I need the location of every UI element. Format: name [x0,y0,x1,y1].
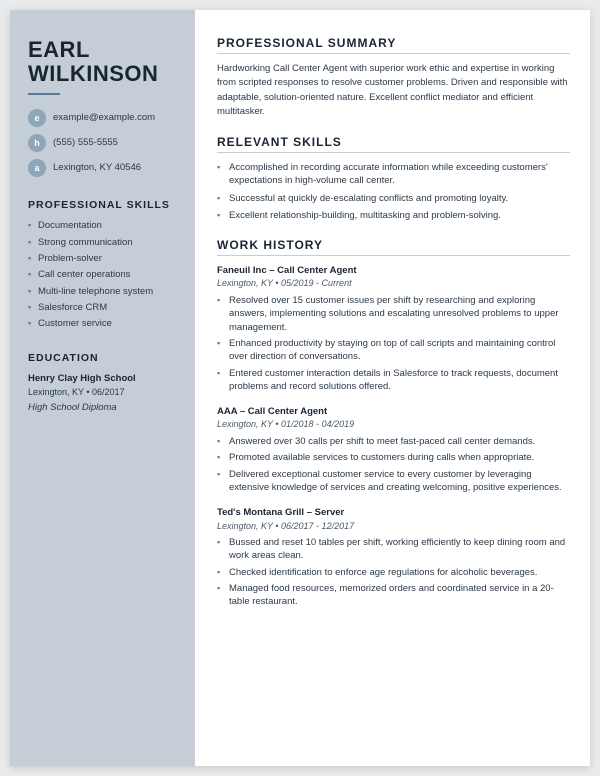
list-item: Documentation [28,219,177,232]
list-item: Accomplished in recording accurate infor… [217,161,570,188]
relevant-skills-title: RELEVANT SKILLS [217,135,570,153]
list-item: Answered over 30 calls per shift to meet… [217,435,570,448]
list-item: Multi-line telephone system [28,285,177,298]
email-icon: e [28,109,46,127]
list-item: Problem-solver [28,252,177,265]
summary-text: Hardworking Call Center Agent with super… [217,62,570,119]
job-meta-3: Lexington, KY • 06/2017 - 12/2017 [217,520,570,533]
address-value: Lexington, KY 40546 [53,162,141,174]
job-list-1: Resolved over 15 customer issues per shi… [217,294,570,393]
address-icon: a [28,159,46,177]
job-meta-1: Lexington, KY • 05/2019 - Current [217,277,570,290]
list-item: Call center operations [28,268,177,281]
job-title-1: Faneuil Inc – Call Center Agent [217,264,570,277]
first-name: EARL [28,38,177,62]
resume-container: EARL WILKINSON e example@example.com h (… [10,10,590,766]
list-item: Delivered exceptional customer service t… [217,468,570,495]
professional-skills-section: PROFESSIONAL SKILLS Documentation Strong… [28,199,177,330]
job-meta-2: Lexington, KY • 01/2018 - 04/2019 [217,418,570,431]
list-item: Excellent relationship-building, multita… [217,209,570,222]
list-item: Entered customer interaction details in … [217,367,570,394]
education-title: EDUCATION [28,352,177,364]
job-list-2: Answered over 30 calls per shift to meet… [217,435,570,494]
degree: High School Diploma [28,401,177,414]
list-item: Promoted available services to customers… [217,451,570,464]
job-block-2: AAA – Call Center Agent Lexington, KY • … [217,405,570,494]
contact-address: a Lexington, KY 40546 [28,159,177,177]
list-item: Bussed and reset 10 tables per shift, wo… [217,536,570,563]
contact-phone: h (555) 555-5555 [28,134,177,152]
job-block-1: Faneuil Inc – Call Center Agent Lexingto… [217,264,570,393]
professional-summary-section: PROFESSIONAL SUMMARY Hardworking Call Ce… [217,36,570,119]
list-item: Salesforce CRM [28,301,177,314]
phone-value: (555) 555-5555 [53,137,118,149]
sidebar: EARL WILKINSON e example@example.com h (… [10,10,195,766]
job-title-3: Ted's Montana Grill – Server [217,506,570,519]
name-divider [28,93,60,95]
relevant-skills-section: RELEVANT SKILLS Accomplished in recordin… [217,135,570,222]
job-title-2: AAA – Call Center Agent [217,405,570,418]
list-item: Enhanced productivity by staying on top … [217,337,570,364]
list-item: Strong communication [28,236,177,249]
education-section: EDUCATION Henry Clay High School Lexingt… [28,352,177,414]
last-name: WILKINSON [28,62,177,86]
job-block-3: Ted's Montana Grill – Server Lexington, … [217,506,570,608]
list-item: Customer service [28,317,177,330]
list-item: Resolved over 15 customer issues per shi… [217,294,570,334]
list-item: Managed food resources, memorized orders… [217,582,570,609]
relevant-skills-list: Accomplished in recording accurate infor… [217,161,570,222]
email-value: example@example.com [53,112,155,124]
list-item: Checked identification to enforce age re… [217,566,570,579]
professional-summary-title: PROFESSIONAL SUMMARY [217,36,570,54]
contact-email: e example@example.com [28,109,177,127]
job-list-3: Bussed and reset 10 tables per shift, wo… [217,536,570,608]
school-location: Lexington, KY • 06/2017 [28,386,177,399]
professional-skills-title: PROFESSIONAL SKILLS [28,199,177,211]
list-item: Successful at quickly de-escalating conf… [217,192,570,205]
work-history-title: WORK HISTORY [217,238,570,256]
main-content: PROFESSIONAL SUMMARY Hardworking Call Ce… [195,10,590,766]
school-name: Henry Clay High School [28,372,177,385]
work-history-section: WORK HISTORY Faneuil Inc – Call Center A… [217,238,570,608]
phone-icon: h [28,134,46,152]
professional-skills-list: Documentation Strong communication Probl… [28,219,177,330]
name-block: EARL WILKINSON [28,38,177,95]
